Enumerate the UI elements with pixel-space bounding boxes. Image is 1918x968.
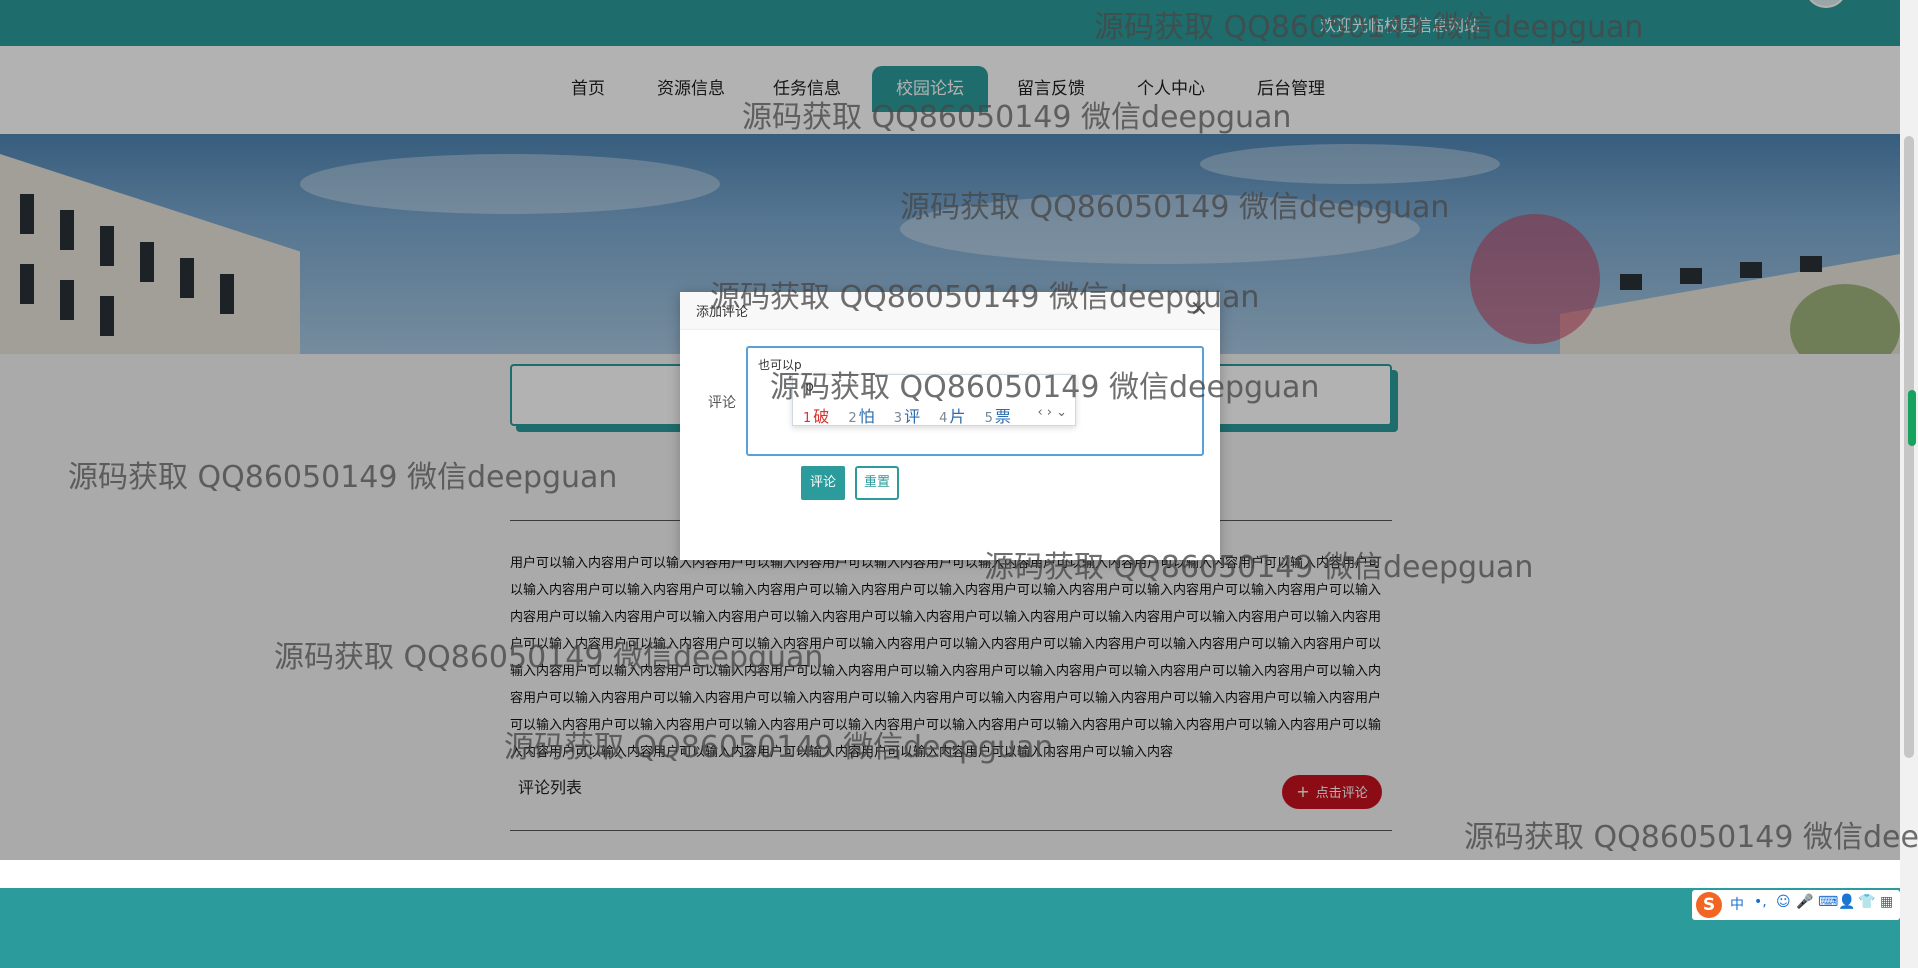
dialog-title: 添加评论 bbox=[696, 305, 749, 320]
submit-comment-button[interactable]: 评论 bbox=[801, 466, 845, 500]
comment-label: 评论 bbox=[708, 395, 736, 411]
ime-input-text: p bbox=[805, 379, 814, 395]
ime-page-arrows[interactable]: ‹ › ⌄ bbox=[1037, 405, 1067, 420]
ime-candidate[interactable]: 3评 bbox=[894, 403, 920, 427]
ime-candidate[interactable]: 1破 bbox=[803, 403, 829, 427]
emoji-icon[interactable]: ☺ bbox=[1776, 894, 1791, 910]
user-icon[interactable]: 👤 bbox=[1838, 894, 1855, 910]
ime-candidate[interactable]: 2怕 bbox=[848, 403, 874, 427]
scrollbar-thumb[interactable] bbox=[1904, 136, 1914, 758]
ime-candidate-popup: p 1破 2怕 3评 4片 5票 ‹ › ⌄ bbox=[792, 374, 1076, 426]
ime-candidate[interactable]: 5票 bbox=[985, 403, 1011, 427]
reset-button[interactable]: 重置 bbox=[855, 466, 899, 500]
scroll-marker bbox=[1908, 390, 1916, 446]
page-scrollbar[interactable] bbox=[1900, 0, 1918, 968]
microphone-icon[interactable]: 🎤 bbox=[1796, 894, 1813, 910]
ime-candidate[interactable]: 4片 bbox=[939, 403, 965, 427]
sogou-logo-icon[interactable]: S bbox=[1696, 892, 1722, 918]
ime-toolbar: S 中 •, ☺ 🎤 ⌨ 👤 👕 ▦ bbox=[1692, 890, 1900, 920]
add-comment-dialog: 添加评论 × 评论 也可以p p 1破 2怕 3评 4片 5票 ‹ › ⌄ 评论… bbox=[680, 292, 1220, 560]
punctuation-icon[interactable]: •, bbox=[1754, 894, 1767, 910]
dialog-header: 添加评论 × bbox=[680, 292, 1220, 330]
keyboard-icon[interactable]: ⌨ bbox=[1818, 894, 1838, 910]
footer bbox=[0, 888, 1900, 968]
chinese-mode-icon[interactable]: 中 bbox=[1730, 894, 1744, 914]
close-icon[interactable]: × bbox=[1190, 296, 1208, 321]
skin-icon[interactable]: 👕 bbox=[1858, 894, 1875, 910]
ime-candidate-list: 1破 2怕 3评 4片 5票 bbox=[803, 403, 1025, 427]
grid-menu-icon[interactable]: ▦ bbox=[1880, 894, 1893, 910]
